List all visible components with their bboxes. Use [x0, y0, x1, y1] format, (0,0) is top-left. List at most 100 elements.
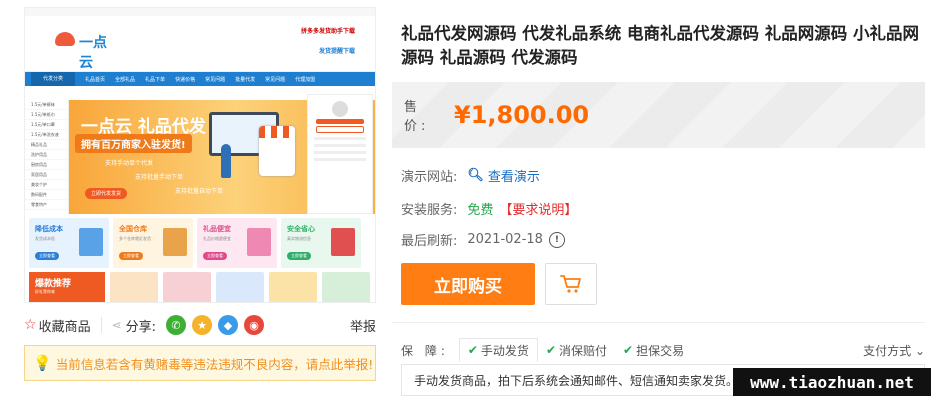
panel-line [314, 158, 366, 161]
person-illustration [221, 144, 231, 178]
card-picture [163, 228, 187, 256]
product-thumb [269, 272, 317, 302]
demo-row: 演示网站: 🔍︎ 查看演示 [401, 166, 540, 185]
brand-logo: 一点云 [55, 26, 115, 71]
cloud-icon [55, 32, 75, 46]
install-row: 安装服务: 免费 【要求说明】 [401, 199, 577, 218]
refresh-row: 最后刷新: 2021-02-18 ! [401, 230, 565, 249]
refresh-date: 2021-02-18 [467, 232, 543, 247]
panel-button [316, 119, 364, 124]
card-picture [79, 228, 103, 256]
nav-item: 全部礼品 [115, 76, 136, 83]
install-value: 免费 [467, 203, 494, 218]
demo-link[interactable]: 🔍︎ 查看演示 [467, 166, 540, 185]
feature-card: 降低成本 发货成本低 立即查看 [29, 218, 109, 268]
wechat-icon[interactable]: ✆ [166, 315, 187, 335]
avatar [332, 101, 348, 117]
image-brand-bar: 一点云 拼多多发货助手下载 发货提醒下载 [25, 16, 375, 72]
install-note-link[interactable]: 【要求说明】 [499, 199, 577, 218]
side-item: 1.5元/单口罩 [25, 120, 68, 130]
shop-illustration [259, 126, 295, 176]
tag-escrow[interactable]: ✔ 担保交易 [615, 338, 692, 362]
side-item: 零食特产 [25, 200, 68, 210]
side-item: 家居用品 [25, 170, 68, 180]
feature-card: 全国仓库 多个仓库就近发货 立即查看 [113, 218, 193, 268]
card-picture [247, 228, 271, 256]
promo-line-2: 发货提醒下载 [318, 48, 355, 55]
side-item: 美妆个护 [25, 180, 68, 190]
favorite-button[interactable]: ☆ 收藏商品 [24, 316, 91, 335]
feature-card: 安全省心 真实物流信息 立即查看 [281, 218, 361, 268]
report-link[interactable]: 举报 [350, 316, 376, 335]
share-bar: ☆ 收藏商品 ⋖ 分享: ✆ ★ ◆ ◉ 举报 [24, 314, 376, 336]
lightbulb-icon: 💡 [33, 354, 52, 372]
brand-name: 一点云 [79, 35, 107, 71]
share-label: ⋖ 分享: [111, 318, 157, 335]
divider [392, 322, 925, 323]
guarantee-row: 保 障: ✔ 手动发货 ✔ 消保赔付 ✔ 担保交易 支付方式 ⌄ [401, 338, 925, 362]
star-icon: ☆ [24, 317, 37, 333]
refresh-label: 最后刷新: [401, 234, 458, 249]
install-label: 安装服务: [401, 203, 458, 218]
divider [100, 317, 102, 333]
hero-line: 支持批量自动下单 [175, 188, 224, 195]
side-item: 洗护用品 [25, 150, 68, 160]
hero-button: 立即代发发货 [85, 188, 128, 199]
promo-line-1: 拼多多发货助手下载 [300, 28, 355, 35]
report-notice[interactable]: 💡 当前信息若含有黄赌毒等违法违规不良内容，请点此举报! [24, 345, 376, 381]
card-button: 立即查看 [35, 252, 59, 260]
nav-item: 批量代发 [235, 76, 256, 83]
side-item: 1.5元/单洗衣液 [25, 130, 68, 140]
payment-methods-dropdown[interactable]: 支付方式 ⌄ [863, 342, 925, 359]
side-item: 厨房用品 [25, 160, 68, 170]
hero-line: 支持手动单个代发 [105, 160, 154, 167]
check-icon: ✔ [467, 343, 478, 357]
tag-manual-shipping[interactable]: ✔ 手动发货 [458, 338, 538, 362]
qq-icon[interactable]: ◆ [218, 315, 239, 335]
favorite-label: 收藏商品 [38, 319, 91, 335]
panel-line [314, 151, 366, 154]
side-item: 精品礼品 [25, 140, 68, 150]
nav-item: 常见问题 [265, 76, 286, 83]
site-watermark: www.tiaozhuan.net [733, 368, 931, 396]
feature-cards: 降低成本 发货成本低 立即查看 全国仓库 多个仓库就近发货 立即查看 礼品便宜 … [29, 218, 361, 268]
side-item: 数码配件 [25, 190, 68, 200]
search-icon: 🔍︎ [467, 168, 484, 183]
image-nav: 代发分类 礼品首页 全部礼品 礼品下单 快递价格 常见问题 批量代发 常见问题 … [25, 72, 375, 86]
price-label: 售 价: [404, 100, 430, 134]
qzone-star-icon[interactable]: ★ [192, 315, 213, 335]
share-icon: ⋖ [111, 318, 122, 332]
product-thumb [110, 272, 158, 302]
buy-now-button[interactable]: 立即购买 [401, 263, 535, 305]
nav-item: 常见问题 [205, 76, 226, 83]
product-image: 一点云 拼多多发货助手下载 发货提醒下载 代发分类 礼品首页 全部礼品 礼品下单… [24, 7, 376, 303]
card-button: 立即查看 [287, 252, 311, 260]
product-thumb [216, 272, 264, 302]
check-icon: ✔ [545, 343, 556, 357]
side-item: 1.5元/单纸巾 [25, 110, 68, 120]
image-topbar [25, 8, 375, 16]
product-thumb [163, 272, 211, 302]
user-panel [307, 94, 373, 214]
check-icon: ✔ [623, 343, 634, 357]
panel-line [314, 144, 366, 147]
price-value: ¥1,800.00 [454, 101, 590, 129]
demo-label: 演示网站: [401, 170, 458, 185]
hot-products-row: 爆款推荐 好礼等你来 [29, 272, 370, 302]
guarantee-label: 保 障: [401, 343, 449, 358]
cart-icon [560, 275, 581, 293]
nav-category: 代发分类 [31, 72, 76, 86]
notice-text: 当前信息若含有黄赌毒等违法违规不良内容，请点此举报! [55, 356, 374, 372]
feature-card: 礼品便宜 礼品价格超便宜 立即查看 [197, 218, 277, 268]
hero-subtitle: 拥有百万商家入驻发货! [75, 134, 192, 153]
category-sidebar: 1.5元/单裤袜 1.5元/单纸巾 1.5元/单口罩 1.5元/单洗衣液 精品礼… [25, 100, 69, 215]
product-thumb [322, 272, 370, 302]
chevron-down-icon: ⌄ [914, 343, 925, 358]
panel-button [316, 126, 364, 133]
add-to-cart-button[interactable] [545, 263, 597, 305]
nav-item: 代理加盟 [295, 76, 316, 83]
info-icon[interactable]: ! [548, 231, 565, 248]
tag-consumer-protection[interactable]: ✔ 消保赔付 [538, 338, 615, 362]
weibo-icon[interactable]: ◉ [244, 315, 265, 335]
nav-item: 礼品下单 [145, 76, 166, 83]
